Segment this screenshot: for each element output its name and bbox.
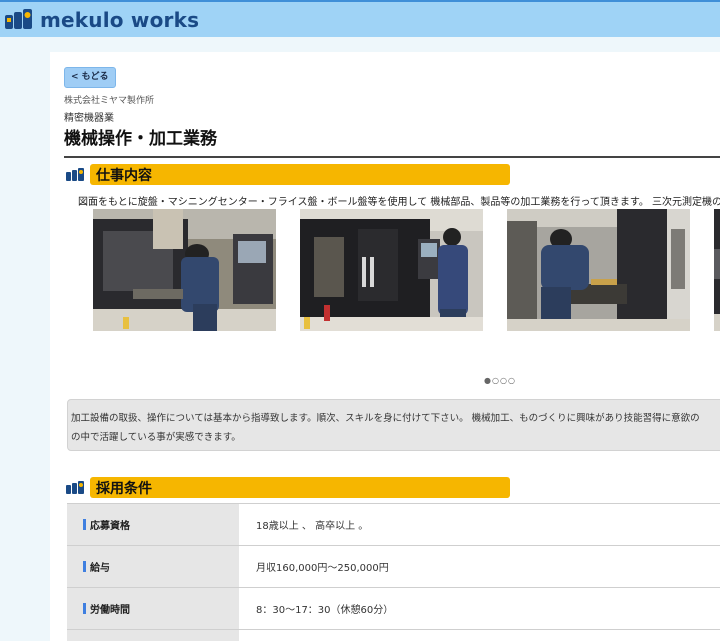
section-title-work: 仕事内容 xyxy=(90,164,510,185)
job-detail-card: < もどる 株式会社ミヤマ製作所 精密機器業 機械操作・加工業務 仕事内容 図面… xyxy=(50,52,720,641)
conditions-table: 応募資格 18歳以上 、 高卒以上 。 給与 月収160,000円〜250,00… xyxy=(67,503,720,641)
back-button[interactable]: < もどる xyxy=(64,67,116,88)
carousel-photo-4[interactable] xyxy=(714,209,720,331)
row-value: 8：30〜17：30（休憩60分） xyxy=(256,605,394,616)
brand-logo[interactable]: mekulo works xyxy=(4,7,199,33)
label-mark xyxy=(83,519,86,530)
title-divider xyxy=(64,156,720,158)
row-value: 18歳以上 、 高卒以上 。 xyxy=(256,521,369,532)
carousel-photo-3[interactable] xyxy=(507,209,690,331)
carousel-photo-1[interactable] xyxy=(93,209,276,331)
section-logo-icon xyxy=(66,480,84,494)
brand-name: mekulo works xyxy=(40,8,200,32)
section-title-conditions: 採用条件 xyxy=(90,477,510,498)
note-line: の中で活躍している事が実感できます。 xyxy=(71,432,241,443)
row-label-cell: 応募資格 xyxy=(67,504,239,545)
site-header: mekulo works xyxy=(0,0,720,37)
logo-mark-icon xyxy=(5,9,32,29)
label-mark xyxy=(83,561,86,572)
row-label: 応募資格 xyxy=(90,521,130,532)
section-logo-icon xyxy=(66,167,84,181)
row-value xyxy=(239,630,720,641)
company-name: 株式会社ミヤマ製作所 xyxy=(64,96,155,106)
carousel-photo-2[interactable] xyxy=(300,209,483,331)
row-label-cell xyxy=(67,630,239,641)
section-header-conditions: 採用条件 xyxy=(66,477,510,498)
table-row: 労働時間 8：30〜17：30（休憩60分） xyxy=(67,588,720,630)
table-row xyxy=(67,630,720,641)
page-title: 機械操作・加工業務 xyxy=(64,129,217,149)
row-label: 労働時間 xyxy=(90,605,130,616)
row-label-cell: 給与 xyxy=(67,546,239,587)
photo-machine-operator-3 xyxy=(507,209,690,331)
work-note-box: 加工設備の取扱、操作については基本から指導致します。順次、スキルを身に付けて下さ… xyxy=(67,399,720,451)
photo-machine-operator-1 xyxy=(93,209,276,331)
label-mark xyxy=(83,603,86,614)
row-value: 月収160,000円〜250,000円 xyxy=(256,563,389,574)
photo-machine-operator-2 xyxy=(300,209,483,331)
work-description: 図面をもとに旋盤・マシニングセンター・フライス盤・ボール盤等を使用して 機械部品… xyxy=(78,197,720,208)
section-header-work: 仕事内容 xyxy=(66,164,510,185)
table-row: 給与 月収160,000円〜250,000円 xyxy=(67,546,720,588)
row-label: 給与 xyxy=(90,563,110,574)
industry-label: 精密機器業 xyxy=(64,113,114,124)
note-line: 加工設備の取扱、操作については基本から指導致します。順次、スキルを身に付けて下さ… xyxy=(71,413,700,424)
photo-machine-partial xyxy=(714,209,720,331)
table-row: 応募資格 18歳以上 、 高卒以上 。 xyxy=(67,504,720,546)
carousel-dots[interactable]: ●○○○ xyxy=(484,376,516,385)
row-label-cell: 労働時間 xyxy=(67,588,239,629)
